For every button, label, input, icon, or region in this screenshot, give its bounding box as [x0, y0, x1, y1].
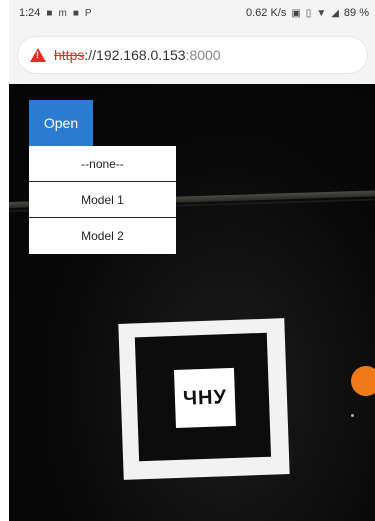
- app-icon: P: [84, 7, 92, 19]
- status-bar: 1:24 ■ m ■ P 0.62 K/s ▣ ▯ ▼ ◢ 89 %: [9, 0, 375, 26]
- dropdown-item-model-1[interactable]: Model 1: [29, 182, 176, 218]
- ar-marker: ЧНУ: [118, 318, 290, 480]
- vibrate-icon: ▯: [305, 7, 312, 19]
- device-frame: 1:24 ■ m ■ P 0.62 K/s ▣ ▯ ▼ ◢ 89 % https…: [9, 0, 375, 521]
- ar-marker-label: ЧНУ: [182, 385, 228, 410]
- model-dropdown-menu: --none-- Model 1 Model 2: [29, 146, 176, 254]
- ar-marker-border: ЧНУ: [134, 332, 272, 462]
- dropdown-item-none[interactable]: --none--: [29, 146, 176, 182]
- status-right: 0.62 K/s ▣ ▯ ▼ ◢ 89 %: [246, 7, 369, 19]
- notification-icon: ■: [46, 7, 53, 19]
- video-icon: ■: [72, 7, 79, 19]
- network-speed: 0.62 K/s: [245, 7, 287, 19]
- open-button[interactable]: Open: [29, 100, 93, 146]
- nfc-icon: ▣: [291, 7, 301, 19]
- camera-view: Open --none-- Model 1 Model 2 ЧНУ: [9, 84, 375, 521]
- speck: [351, 414, 354, 417]
- ar-marker-center: ЧНУ: [173, 367, 236, 428]
- signal-icon: ◢: [331, 7, 339, 19]
- floating-action-button[interactable]: [351, 366, 375, 396]
- status-left: 1:24 ■ m ■ P: [19, 7, 92, 19]
- dropdown-item-model-2[interactable]: Model 2: [29, 218, 176, 254]
- not-secure-warning-icon[interactable]: [30, 48, 46, 62]
- wifi-icon: ▼: [316, 7, 327, 19]
- url-host: ://192.168.0.153: [84, 47, 186, 63]
- gmail-icon: m: [58, 7, 67, 19]
- address-bar[interactable]: https://192.168.0.153:8000: [18, 37, 367, 73]
- url-port: :8000: [185, 47, 221, 63]
- battery-level: 89 %: [343, 7, 369, 19]
- url-scheme: https: [54, 47, 85, 63]
- status-time: 1:24: [19, 7, 41, 19]
- browser-toolbar: https://192.168.0.153:8000: [9, 26, 375, 84]
